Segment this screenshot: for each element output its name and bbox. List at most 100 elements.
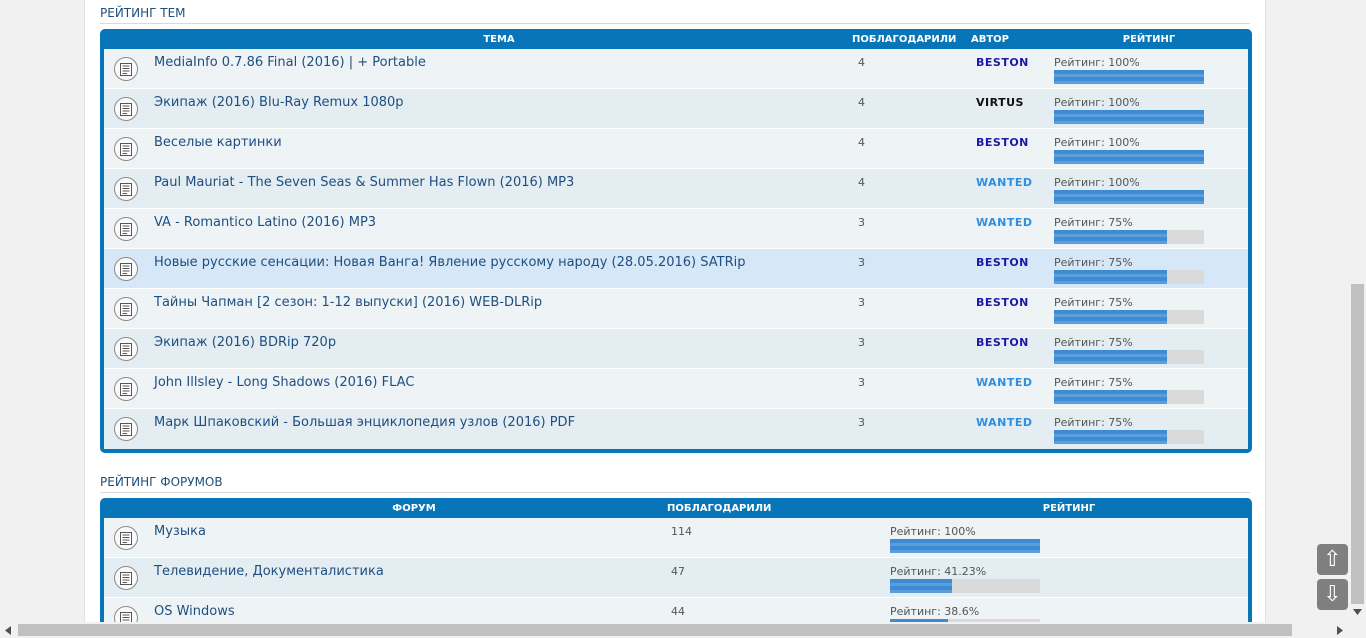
rating-bar-fill — [890, 579, 952, 593]
col-thanks-header[interactable]: ПОБЛАГОДАРИЛИ — [852, 34, 956, 45]
scroll-left-arrow-icon[interactable] — [5, 626, 11, 635]
topics-title-link[interactable]: VA - Romantico Latino (2016) MP3 — [154, 215, 376, 230]
forums-title-link[interactable]: OS Windows — [154, 604, 235, 619]
author-link[interactable]: WANTED — [976, 416, 1033, 429]
topic-icon — [114, 257, 138, 281]
topic-icon — [114, 97, 138, 121]
topic-icon — [114, 57, 138, 81]
author-link[interactable]: BESTON — [976, 336, 1029, 349]
rating-bar — [1054, 270, 1204, 284]
topics-thanks-count: 4 — [858, 96, 865, 109]
topics-rows: MediaInfo 0.7.86 Final (2016) | + Portab… — [104, 49, 1248, 449]
topics-row: Экипаж (2016) BDRip 720p 3 BESTON Рейтинг: … — [104, 329, 1248, 369]
scroll-down-arrow-icon[interactable] — [1353, 609, 1362, 615]
topics-title-link[interactable]: Экипаж (2016) Blu-Ray Remux 1080p — [154, 95, 404, 110]
rating-cell: Рейтинг: 75% — [1054, 216, 1204, 244]
author-link[interactable]: WANTED — [976, 376, 1033, 389]
topic-icon — [114, 377, 138, 401]
topics-title-link[interactable]: Paul Mauriat - The Seven Seas & Summer H… — [154, 175, 574, 190]
rating-label: Рейтинг: 75% — [1054, 256, 1133, 269]
author-link[interactable]: BESTON — [976, 296, 1029, 309]
rating-bar — [1054, 190, 1204, 204]
topics-table: ТЕМА ПОБЛАГОДАРИЛИ АВТОР РЕЙТИНГ MediaIn… — [100, 29, 1252, 453]
topics-title-link[interactable]: John Illsley - Long Shadows (2016) FLAC — [154, 375, 414, 390]
col-topic-header[interactable]: ТЕМА — [104, 34, 894, 45]
horizontal-scrollbar[interactable] — [0, 622, 1349, 638]
topics-thanks-count: 4 — [858, 136, 865, 149]
col-forum-header[interactable]: ФОРУМ — [354, 503, 474, 514]
rating-bar-fill — [1054, 190, 1204, 204]
forums-title-link[interactable]: Музыка — [154, 524, 206, 539]
author-link[interactable]: WANTED — [976, 176, 1033, 189]
topics-row: John Illsley - Long Shadows (2016) FLAC 3… — [104, 369, 1248, 409]
rating-label: Рейтинг: 75% — [1054, 376, 1133, 389]
rating-bar-fill — [1054, 150, 1204, 164]
rating-bar — [1054, 110, 1204, 124]
topics-title-link[interactable]: Веселые картинки — [154, 135, 282, 150]
author-link[interactable]: BESTON — [976, 56, 1029, 69]
forums-table-header: ФОРУМ ПОБЛАГОДАРИЛИ РЕЙТИНГ — [104, 498, 1248, 518]
scroll-down-button[interactable]: ⇩ — [1317, 579, 1348, 610]
topics-thanks-count: 3 — [858, 376, 865, 389]
rating-bar — [1054, 430, 1204, 444]
forums-thanks-count: 47 — [671, 565, 685, 578]
rating-bar — [890, 579, 1040, 593]
rating-bar-fill — [890, 539, 1040, 553]
col-forum-thanks-header[interactable]: ПОБЛАГОДАРИЛИ — [667, 503, 771, 514]
rating-cell: Рейтинг: 75% — [1054, 256, 1204, 284]
topics-title-link[interactable]: Новые русские сенсации: Новая Ванга! Явл… — [154, 255, 745, 270]
rating-bar-fill — [1054, 270, 1167, 284]
topics-thanks-count: 3 — [858, 296, 865, 309]
rating-bar — [1054, 310, 1204, 324]
topic-icon — [114, 526, 138, 550]
rating-label: Рейтинг: 100% — [1054, 136, 1140, 149]
vertical-scrollbar[interactable] — [1349, 0, 1366, 622]
topics-thanks-count: 3 — [858, 416, 865, 429]
topics-title-link[interactable]: Тайны Чапман [2 сезон: 1-12 выпуски] (20… — [154, 295, 542, 310]
scroll-right-arrow-icon[interactable] — [1337, 626, 1343, 635]
topic-icon — [114, 137, 138, 161]
topics-title-link[interactable]: MediaInfo 0.7.86 Final (2016) | + Portab… — [154, 55, 426, 70]
rating-bar-fill — [1054, 350, 1167, 364]
topics-thanks-count: 3 — [858, 336, 865, 349]
forums-title-link[interactable]: Телевидение, Документалистика — [154, 564, 384, 579]
rating-label: Рейтинг: 75% — [1054, 216, 1133, 229]
forums-section-title: Рейтинг форумов — [100, 475, 1250, 493]
author-link[interactable]: WANTED — [976, 216, 1033, 229]
rating-bar — [890, 539, 1040, 553]
rating-cell: Рейтинг: 100% — [1054, 176, 1204, 204]
rating-bar — [1054, 70, 1204, 84]
topic-icon — [114, 177, 138, 201]
scroll-up-button[interactable]: ⇧ — [1317, 544, 1348, 575]
author-link[interactable]: BESTON — [976, 256, 1029, 269]
rating-bar-fill — [1054, 230, 1167, 244]
forums-row: Телевидение, Документалистика 47 Рейтинг: … — [104, 558, 1248, 598]
rating-label: Рейтинг: 75% — [1054, 416, 1133, 429]
rating-bar-fill — [1054, 310, 1167, 324]
author-link[interactable]: VIRTUS — [976, 96, 1024, 109]
forums-thanks-count: 114 — [671, 525, 692, 538]
col-rating-header[interactable]: РЕЙТИНГ — [1094, 34, 1204, 45]
topics-section-title: Рейтинг тем — [100, 6, 1250, 24]
vertical-scroll-thumb[interactable] — [1351, 284, 1364, 604]
horizontal-scroll-thumb[interactable] — [18, 624, 1292, 636]
topics-row: Тайны Чапман [2 сезон: 1-12 выпуски] (20… — [104, 289, 1248, 329]
topics-title-link[interactable]: Экипаж (2016) BDRip 720p — [154, 335, 336, 350]
rating-cell: Рейтинг: 100% — [1054, 96, 1204, 124]
rating-label: Рейтинг: 75% — [1054, 296, 1133, 309]
topics-thanks-count: 3 — [858, 216, 865, 229]
rating-cell: Рейтинг: 75% — [1054, 336, 1204, 364]
topic-icon — [114, 566, 138, 590]
rating-bar-fill — [1054, 430, 1167, 444]
col-forum-rating-header[interactable]: РЕЙТИНГ — [1014, 503, 1124, 514]
rating-cell: Рейтинг: 75% — [1054, 376, 1204, 404]
topics-thanks-count: 4 — [858, 176, 865, 189]
topics-row: VA - Romantico Latino (2016) MP3 3 WANTED Р… — [104, 209, 1248, 249]
rating-label: Рейтинг: 100% — [1054, 96, 1140, 109]
col-author-header[interactable]: АВТОР — [970, 34, 1010, 45]
topics-title-link[interactable]: Марк Шпаковский - Большая энциклопедия у… — [154, 415, 575, 430]
topic-icon — [114, 417, 138, 441]
forums-thanks-count: 44 — [671, 605, 685, 618]
author-link[interactable]: BESTON — [976, 136, 1029, 149]
rating-cell: Рейтинг: 100% — [1054, 136, 1204, 164]
